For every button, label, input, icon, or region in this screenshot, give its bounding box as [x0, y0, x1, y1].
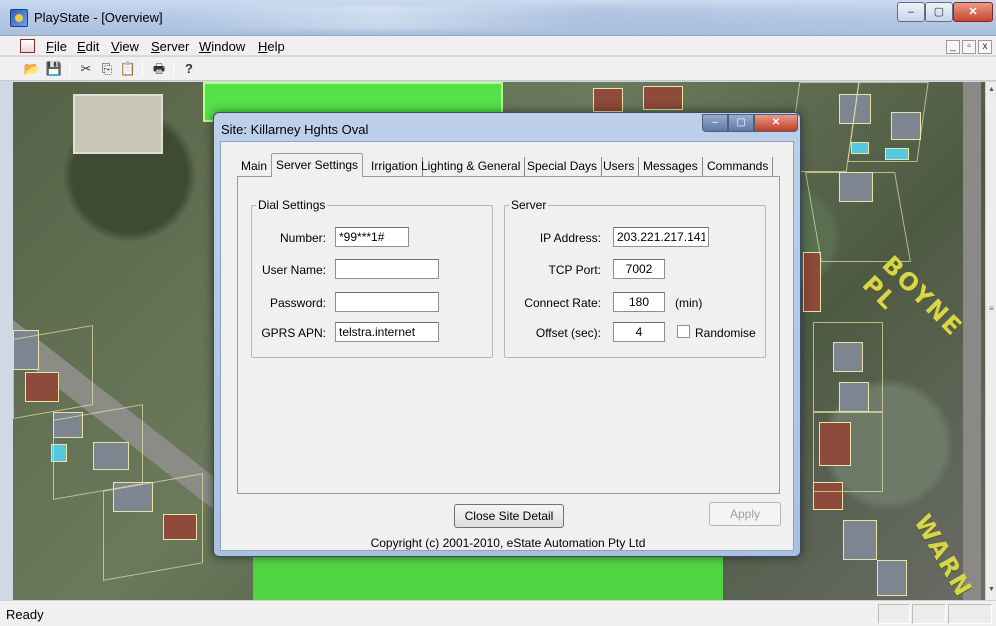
randomise-label: Randomise	[695, 326, 756, 340]
paste-icon[interactable]: 📋	[119, 60, 137, 77]
status-panel	[948, 604, 992, 624]
password-field[interactable]	[335, 292, 439, 312]
map-parcel	[805, 172, 911, 262]
tcp-port-label: TCP Port:	[548, 263, 601, 277]
map-parcel	[813, 322, 883, 412]
status-panel	[878, 604, 910, 624]
dialog-minimize-button[interactable]: –	[702, 114, 728, 132]
map-house	[803, 252, 821, 312]
server-settings-panel: Dial Settings Number: User Name: Passwor…	[237, 176, 780, 494]
save-icon[interactable]: 💾	[45, 60, 63, 77]
gprs-apn-label: GPRS APN:	[261, 326, 326, 340]
scroll-thumb-icon[interactable]: ≡	[987, 304, 996, 316]
offset-field[interactable]	[613, 322, 665, 342]
status-bar: Ready	[0, 600, 996, 626]
map-house	[843, 520, 877, 560]
number-label: Number:	[279, 231, 326, 245]
ip-address-label: IP Address:	[539, 231, 601, 245]
connect-rate-field[interactable]	[613, 292, 665, 312]
mdi-restore-button[interactable]: ▫	[962, 40, 976, 54]
map-parcel	[13, 324, 93, 420]
map-building	[73, 94, 163, 154]
map-park-area	[253, 552, 723, 600]
map-house	[643, 86, 683, 110]
dial-settings-group: Dial Settings Number: User Name: Passwor…	[251, 198, 493, 358]
site-detail-dialog: Site: Killarney Hghts Oval – ▢ ✕ Main Se…	[213, 112, 801, 557]
title-bar-background	[170, 6, 870, 30]
tab-irrigation[interactable]: Irrigation	[367, 157, 423, 177]
tab-messages[interactable]: Messages	[639, 157, 703, 177]
window-title: PlayState - [Overview]	[34, 10, 163, 25]
menu-help[interactable]: Help	[258, 39, 285, 54]
scroll-down-arrow-icon[interactable]: ▼	[987, 586, 996, 593]
password-label: Password:	[269, 296, 326, 310]
print-icon[interactable]: 🖶	[150, 60, 168, 77]
menu-edit[interactable]: Edit	[77, 39, 99, 54]
map-parcel	[103, 473, 203, 581]
username-field[interactable]	[335, 259, 439, 279]
open-icon[interactable]: 📂	[23, 60, 41, 77]
close-button[interactable]: ✕	[953, 2, 993, 22]
dial-settings-title: Dial Settings	[256, 198, 328, 212]
map-house	[877, 560, 907, 596]
menu-window[interactable]: Window	[199, 39, 245, 54]
mdi-close-button[interactable]: x	[978, 40, 992, 54]
tab-special-days[interactable]: Special Days	[523, 157, 603, 177]
mdi-minimize-button[interactable]: _	[946, 40, 960, 54]
minimize-button[interactable]: –	[897, 2, 925, 22]
server-group-title: Server	[509, 198, 549, 212]
close-site-detail-button[interactable]: Close Site Detail	[454, 504, 564, 528]
help-icon[interactable]: ?	[180, 60, 198, 77]
menu-server[interactable]: Server	[151, 39, 189, 54]
tab-server-settings[interactable]: Server Settings	[271, 153, 364, 177]
menu-bar: File Edit View Server Window Help _ ▫ x	[0, 36, 996, 56]
username-label: User Name:	[261, 263, 326, 277]
app-icon	[10, 9, 28, 27]
maximize-button[interactable]: ▢	[925, 2, 953, 22]
map-house	[593, 88, 623, 112]
randomise-checkbox[interactable]	[677, 325, 690, 338]
dialog-maximize-button[interactable]: ▢	[728, 114, 754, 132]
map-parcel	[813, 412, 883, 492]
map-parcel	[847, 82, 929, 162]
gprs-apn-field[interactable]	[335, 322, 439, 342]
tab-lighting-general[interactable]: Lighting & General	[417, 157, 526, 177]
offset-label: Offset (sec):	[535, 326, 601, 340]
toolbar-separator	[142, 61, 143, 76]
document-icon[interactable]	[20, 39, 35, 53]
tcp-port-field[interactable]	[613, 259, 665, 279]
dialog-client-area: Main Server Settings Irrigation Lighting…	[220, 141, 794, 551]
ip-address-field[interactable]	[613, 227, 709, 247]
tab-users[interactable]: Users	[599, 157, 640, 177]
connect-rate-label: Connect Rate:	[524, 296, 601, 310]
dialog-close-button[interactable]: ✕	[754, 114, 798, 132]
scroll-up-arrow-icon[interactable]: ▲	[987, 86, 996, 93]
number-field[interactable]	[335, 227, 409, 247]
toolbar: 📂 💾 ✂ ⎘ 📋 🖶 ?	[0, 57, 996, 81]
mdi-controls: _ ▫ x	[944, 38, 992, 54]
tab-main[interactable]: Main	[237, 157, 273, 177]
status-panel	[912, 604, 946, 624]
server-group: Server IP Address: TCP Port: Connect Rat…	[504, 198, 766, 358]
toolbar-separator	[173, 61, 174, 76]
dialog-title: Site: Killarney Hghts Oval	[221, 122, 369, 137]
cut-icon[interactable]: ✂	[77, 60, 95, 77]
tab-commands[interactable]: Commands	[703, 157, 774, 177]
vertical-scrollbar[interactable]: ▲ ≡ ▼	[985, 82, 996, 600]
toolbar-separator	[69, 61, 70, 76]
menu-view[interactable]: View	[111, 39, 139, 54]
copyright-text: Copyright (c) 2001-2010, eState Automati…	[370, 536, 646, 550]
title-bar: PlayState - [Overview] – ▢ ✕	[0, 0, 996, 36]
connect-rate-unit: (min)	[675, 296, 703, 310]
apply-button[interactable]: Apply	[709, 502, 781, 526]
status-text: Ready	[6, 607, 44, 622]
copy-icon[interactable]: ⎘	[98, 60, 116, 77]
menu-file[interactable]: File	[46, 39, 67, 54]
